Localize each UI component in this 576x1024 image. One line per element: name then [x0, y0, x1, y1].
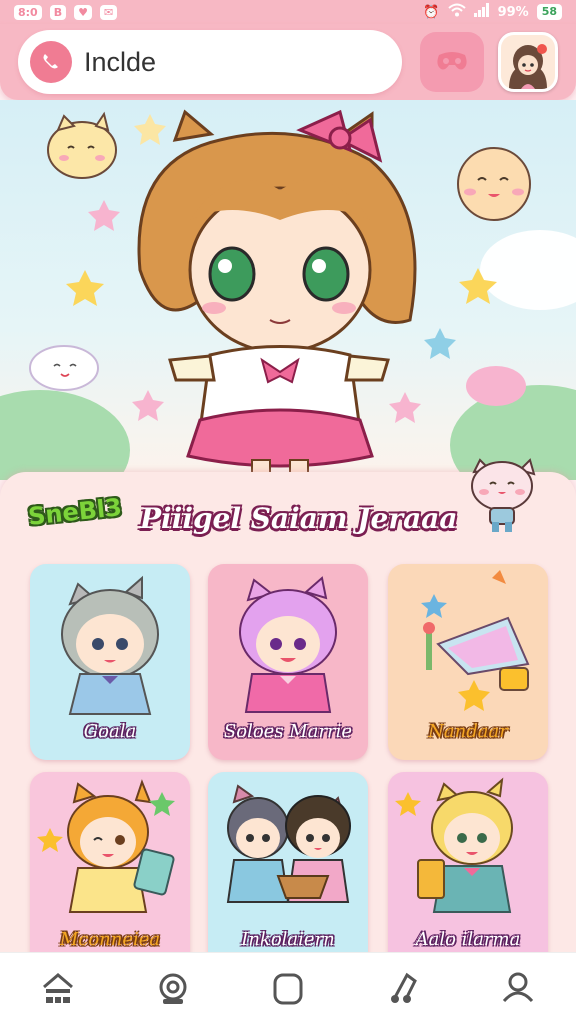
hero-illustration — [0, 109, 576, 480]
character-card-3[interactable]: Nandaar — [388, 564, 548, 760]
status-heart-icon: ♥ — [74, 4, 92, 20]
home-icon — [42, 972, 73, 1003]
signal-icon — [473, 3, 490, 21]
content-panel: SneBl3 Piiigel Saiam Jeraaa Goala Soloes… — [0, 458, 576, 968]
panel-badge: SneBl3 — [26, 493, 124, 531]
profile-icon — [503, 972, 534, 1002]
app-header: Inclde — [0, 24, 576, 100]
card-label-6: Aalo ilarma — [415, 929, 521, 950]
card-label-4: Mconneiea — [59, 929, 161, 950]
status-left: 8:0 B ♥ ✉ — [14, 4, 118, 20]
floating-cat-bun — [47, 111, 117, 179]
floating-bun-right — [457, 147, 531, 221]
card-label-5: Inkolaiern — [241, 929, 335, 950]
main-character — [137, 109, 417, 480]
character-card-4[interactable]: Mconneiea — [30, 772, 190, 968]
controller-icon — [437, 52, 467, 70]
hero-banner — [0, 100, 576, 480]
nav-home-square[interactable] — [258, 959, 318, 1019]
search-bar[interactable]: Inclde — [18, 30, 402, 94]
character-card-5[interactable]: Inkolaiern — [208, 772, 368, 968]
status-mail-icon: ✉ — [99, 4, 118, 20]
search-icon[interactable] — [30, 41, 72, 83]
cat-mascot-icon — [471, 458, 536, 532]
character-card-2[interactable]: Soloes Marrie — [208, 564, 368, 760]
music-icon — [391, 972, 418, 1003]
character-card-6[interactable]: Aalo ilarma — [388, 772, 548, 968]
card-label-2: Soloes Marrie — [223, 721, 353, 742]
cloud-right — [480, 230, 576, 310]
signal-percent: 99% — [497, 4, 529, 20]
square-icon — [273, 973, 303, 1004]
status-bar: 8:0 B ♥ ✉ ⏰ 99% 58 — [0, 0, 576, 24]
nav-profile[interactable] — [488, 959, 548, 1019]
search-input[interactable]: Inclde — [84, 47, 156, 78]
status-time: 8:0 — [14, 4, 42, 20]
panel-title: Piiigel Saiam Jeraaa — [140, 502, 458, 535]
avatar[interactable] — [498, 32, 558, 92]
cloud-face — [29, 345, 99, 391]
wifi-icon — [447, 3, 466, 21]
hill-left — [0, 390, 130, 480]
games-button[interactable] — [420, 32, 484, 92]
status-app-icon: B — [49, 4, 67, 20]
status-right: ⏰ 99% 58 — [423, 3, 562, 21]
nav-home[interactable] — [28, 959, 88, 1019]
pink-cloud — [466, 366, 526, 406]
card-label-1: Goala — [83, 721, 137, 742]
bottom-nav — [0, 952, 576, 1024]
battery-indicator: 58 — [536, 4, 562, 20]
settings-icon — [159, 973, 187, 1004]
alarm-icon: ⏰ — [423, 4, 440, 20]
avatar-girl-icon — [501, 35, 555, 89]
character-card-1[interactable]: Goala — [30, 564, 190, 760]
nav-settings[interactable] — [143, 959, 203, 1019]
nav-music[interactable] — [373, 959, 433, 1019]
card-label-3: Nandaar — [428, 721, 508, 742]
